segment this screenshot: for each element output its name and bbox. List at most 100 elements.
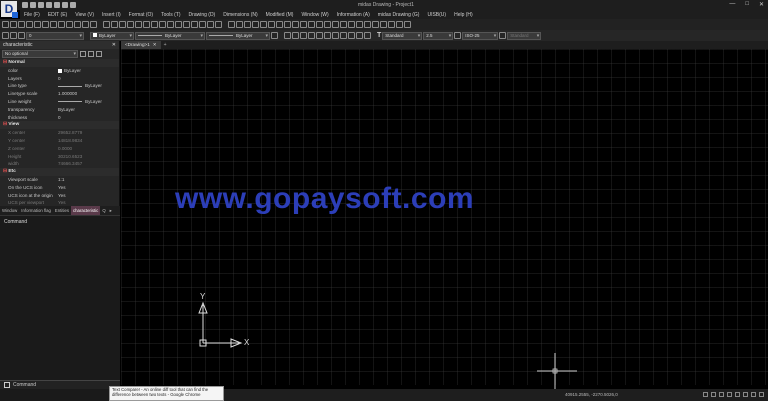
tab-window[interactable]: Window xyxy=(0,206,19,215)
leader-icon[interactable] xyxy=(284,21,291,28)
match-props-icon[interactable] xyxy=(348,21,355,28)
group-icon[interactable] xyxy=(364,21,371,28)
break-icon[interactable] xyxy=(191,21,198,28)
menu-drawing[interactable]: Drawing (D) xyxy=(185,12,220,18)
hatch-icon[interactable] xyxy=(90,21,97,28)
maximize-button[interactable]: □ xyxy=(745,1,749,8)
trim-icon[interactable] xyxy=(175,21,182,28)
ucs-icon[interactable] xyxy=(284,32,291,39)
text-height-select[interactable]: 2.5 xyxy=(423,31,454,40)
prop-row[interactable]: width 74666.3457 xyxy=(0,160,119,168)
pan-icon[interactable] xyxy=(300,21,307,28)
ucs-face-icon[interactable] xyxy=(340,32,347,39)
xline-icon[interactable] xyxy=(10,21,17,28)
select-objects-icon[interactable] xyxy=(88,51,94,57)
xref-icon[interactable] xyxy=(388,21,395,28)
settings-icon[interactable] xyxy=(404,21,411,28)
ungroup-icon[interactable] xyxy=(372,21,379,28)
dynamic-input-icon[interactable] xyxy=(735,392,740,397)
print-icon[interactable] xyxy=(46,2,52,8)
dim-aligned-icon[interactable] xyxy=(260,21,267,28)
dropdown-icon[interactable] xyxy=(70,2,76,8)
ucs-apply-icon[interactable] xyxy=(364,32,371,39)
prop-row[interactable]: Z center 0.0000 xyxy=(0,145,119,153)
menu-dimensions[interactable]: Dimensions (N) xyxy=(219,12,261,18)
measure-icon[interactable] xyxy=(356,21,363,28)
menu-tools[interactable]: Tools (T) xyxy=(157,12,184,18)
scale-icon[interactable] xyxy=(159,21,166,28)
menu-window[interactable]: Window (W) xyxy=(297,12,332,18)
color-select[interactable]: ByLayer xyxy=(90,31,134,40)
tab-entities[interactable]: Entities xyxy=(53,206,71,215)
prop-row[interactable]: Y center 14818.9834 xyxy=(0,137,119,145)
osnap-icon[interactable] xyxy=(711,392,716,397)
prop-row[interactable]: Layers 0 xyxy=(0,75,119,83)
menu-edit[interactable]: EDIT (E) xyxy=(44,12,71,18)
plot-icon[interactable] xyxy=(396,21,403,28)
open-file-icon[interactable] xyxy=(30,2,36,8)
layer-manager-icon[interactable] xyxy=(2,32,9,39)
section-view[interactable]: View xyxy=(0,121,119,130)
layer-select[interactable]: 0 xyxy=(26,31,84,40)
command-history[interactable]: Command xyxy=(0,215,120,401)
arc-icon[interactable] xyxy=(42,21,49,28)
line-icon[interactable] xyxy=(2,21,9,28)
section-etc[interactable]: Etc xyxy=(0,168,119,176)
table-style-icon[interactable] xyxy=(499,32,507,39)
panel-close-button[interactable]: ✕ xyxy=(112,41,116,49)
image-icon[interactable] xyxy=(380,21,387,28)
menu-format[interactable]: Format (O) xyxy=(125,12,157,18)
menu-modified[interactable]: Modified (M) xyxy=(262,12,298,18)
prop-row[interactable]: transparency ByLayer xyxy=(0,106,119,114)
menu-midas-drawing[interactable]: midas Drawing (G) xyxy=(374,12,424,18)
prop-row[interactable]: Linetype scale 1.000000 xyxy=(0,90,119,98)
prop-row[interactable]: Viewport scale 1:1 xyxy=(0,176,119,184)
prop-row[interactable]: Height 30210.6523 xyxy=(0,153,119,161)
tab-characteristic[interactable]: characteristic xyxy=(71,206,101,215)
tab-q[interactable]: Q xyxy=(100,206,107,215)
menu-insert[interactable]: Insert (I) xyxy=(98,12,125,18)
polar-icon[interactable] xyxy=(703,392,708,397)
annotation-icon[interactable] xyxy=(743,392,748,397)
lineweight-select[interactable]: ByLayer xyxy=(206,31,270,40)
lineweight-toggle-icon[interactable] xyxy=(727,392,732,397)
offset-icon[interactable] xyxy=(127,21,134,28)
minimize-button[interactable]: — xyxy=(729,1,735,8)
layer-on-icon[interactable] xyxy=(18,32,25,39)
mtext-icon[interactable] xyxy=(236,21,243,28)
ucs-x-icon[interactable] xyxy=(316,32,323,39)
section-normal[interactable]: Normal xyxy=(0,59,119,67)
chamfer-icon[interactable] xyxy=(199,21,206,28)
plotstyle-icon[interactable] xyxy=(271,32,278,39)
erase-icon[interactable] xyxy=(103,21,110,28)
menu-file[interactable]: File (F) xyxy=(20,12,44,18)
text-style-select[interactable]: Standard xyxy=(382,31,423,40)
tab-information-flag[interactable]: Information flag xyxy=(19,206,53,215)
properties-icon[interactable] xyxy=(340,21,347,28)
menu-information[interactable]: Information (A) xyxy=(333,12,374,18)
workspace-icon[interactable] xyxy=(751,392,756,397)
array-icon[interactable] xyxy=(135,21,142,28)
move-icon[interactable] xyxy=(143,21,150,28)
table-style-select[interactable]: Standard xyxy=(507,31,542,40)
spline-icon[interactable] xyxy=(58,21,65,28)
menu-help[interactable]: Help (H) xyxy=(450,12,477,18)
document-tab[interactable]: <Drawing>1 ✕ xyxy=(121,41,161,49)
rotate-icon[interactable] xyxy=(151,21,158,28)
ucs-object-icon[interactable] xyxy=(356,32,363,39)
app-logo-icon[interactable]: D xyxy=(1,1,18,18)
prop-row[interactable]: Line type ByLayer xyxy=(0,82,119,90)
zoom-icon[interactable] xyxy=(292,21,299,28)
stretch-icon[interactable] xyxy=(167,21,174,28)
mirror-icon[interactable] xyxy=(119,21,126,28)
extend-icon[interactable] xyxy=(183,21,190,28)
dim-radius-icon[interactable] xyxy=(268,21,275,28)
ucs-3point-icon[interactable] xyxy=(308,32,315,39)
zoom-window-icon[interactable] xyxy=(308,21,315,28)
quick-select-icon[interactable] xyxy=(96,51,102,57)
linetype-select[interactable]: ByLayer xyxy=(135,31,205,40)
document-tab-close-button[interactable]: ✕ xyxy=(153,41,157,49)
ellipse-icon[interactable] xyxy=(66,21,73,28)
prop-row[interactable]: On the UCS icon Yes xyxy=(0,184,119,192)
undo-icon[interactable] xyxy=(54,2,60,8)
